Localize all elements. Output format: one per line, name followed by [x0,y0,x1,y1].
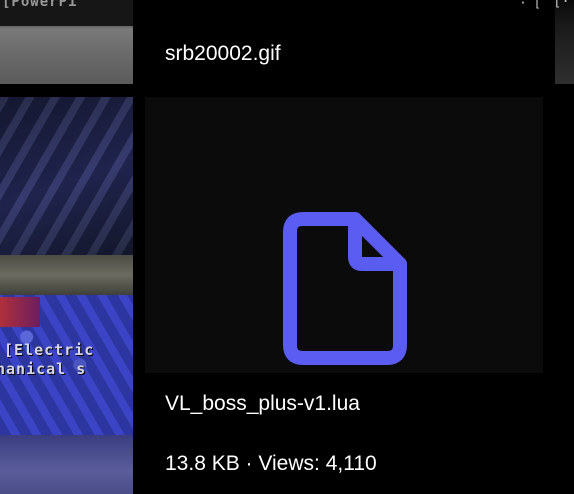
thumbnail-text-line1: [Electric [4,341,95,359]
file-gallery: [PowerPi [Electric hanical s · [ srb2000… [0,0,574,494]
thumbnail-right-top[interactable]: [· [555,0,574,84]
file-card-srb20002[interactable]: · [ srb20002.gif [145,0,543,84]
thumbnail-left-top[interactable]: [PowerPi [0,0,133,84]
file-preview[interactable] [145,97,543,373]
file-name[interactable]: srb20002.gif [165,42,281,66]
thumbnail-shade [0,97,133,257]
file-card-lua[interactable]: VL_boss_plus-v1.lua 13.8 KB · Views: 4,1… [145,97,543,494]
thumbnail-wall [0,255,133,295]
thumbnail-caption: [PowerPi [2,0,78,10]
thumbnail-red-patch [0,297,40,327]
file-icon [283,212,407,365]
thumbnail-corner-text: [· [555,0,570,10]
file-meta: 13.8 KB · Views: 4,110 [165,452,377,475]
file-name[interactable]: VL_boss_plus-v1.lua [165,392,360,416]
thumbnail-text-line2: hanical s [0,360,87,378]
thumbnail-left-main[interactable]: [Electric hanical s [0,97,133,494]
thumbnail-bottom [0,435,133,494]
preview-corner-text: · [ [519,0,541,10]
